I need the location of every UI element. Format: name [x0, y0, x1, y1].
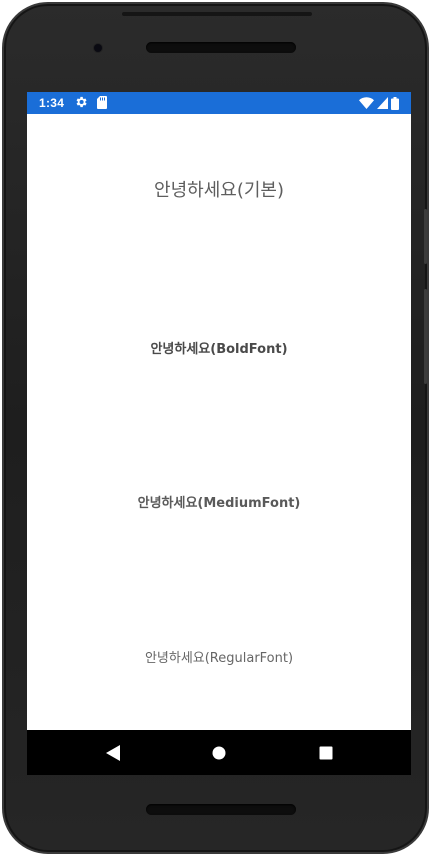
- app-content: 안녕하세요(기본) 안녕하세요(BoldFont) 안녕하세요(MediumFo…: [27, 114, 411, 730]
- label-regular-font: 안녕하세요(RegularFont): [144, 651, 294, 666]
- phone-frame: 1:34 안녕하세요(기본) 안녕하세요(BoldFont) 안녕하세요(Med…: [2, 2, 429, 854]
- phone-top-edge: [122, 12, 312, 16]
- device-screen: 1:34 안녕하세요(기본) 안녕하세요(BoldFont) 안녕하세요(Med…: [27, 92, 411, 775]
- volume-button: [424, 289, 427, 384]
- cell-signal-icon: [377, 97, 388, 109]
- front-camera: [94, 44, 102, 52]
- recents-icon: [319, 746, 333, 760]
- label-bold-font: 안녕하세요(BoldFont): [150, 342, 288, 357]
- bottom-speaker: [146, 804, 296, 815]
- status-time: 1:34: [39, 96, 65, 110]
- status-right-icons: [359, 96, 399, 110]
- battery-icon: [391, 96, 399, 110]
- sd-card-icon: [97, 96, 107, 109]
- back-button[interactable]: [102, 742, 124, 764]
- status-bar: 1:34: [27, 92, 411, 114]
- wifi-icon: [359, 97, 374, 109]
- label-default-font: 안녕하세요(기본): [154, 180, 284, 201]
- label-medium-font: 안녕하세요(MediumFont): [137, 496, 301, 511]
- home-button[interactable]: [208, 742, 230, 764]
- navigation-bar: [27, 730, 411, 775]
- gear-icon: [76, 96, 87, 108]
- power-button: [424, 209, 427, 264]
- back-icon: [106, 745, 120, 761]
- recents-button[interactable]: [315, 742, 337, 764]
- home-icon: [212, 746, 226, 760]
- top-speaker: [146, 42, 296, 53]
